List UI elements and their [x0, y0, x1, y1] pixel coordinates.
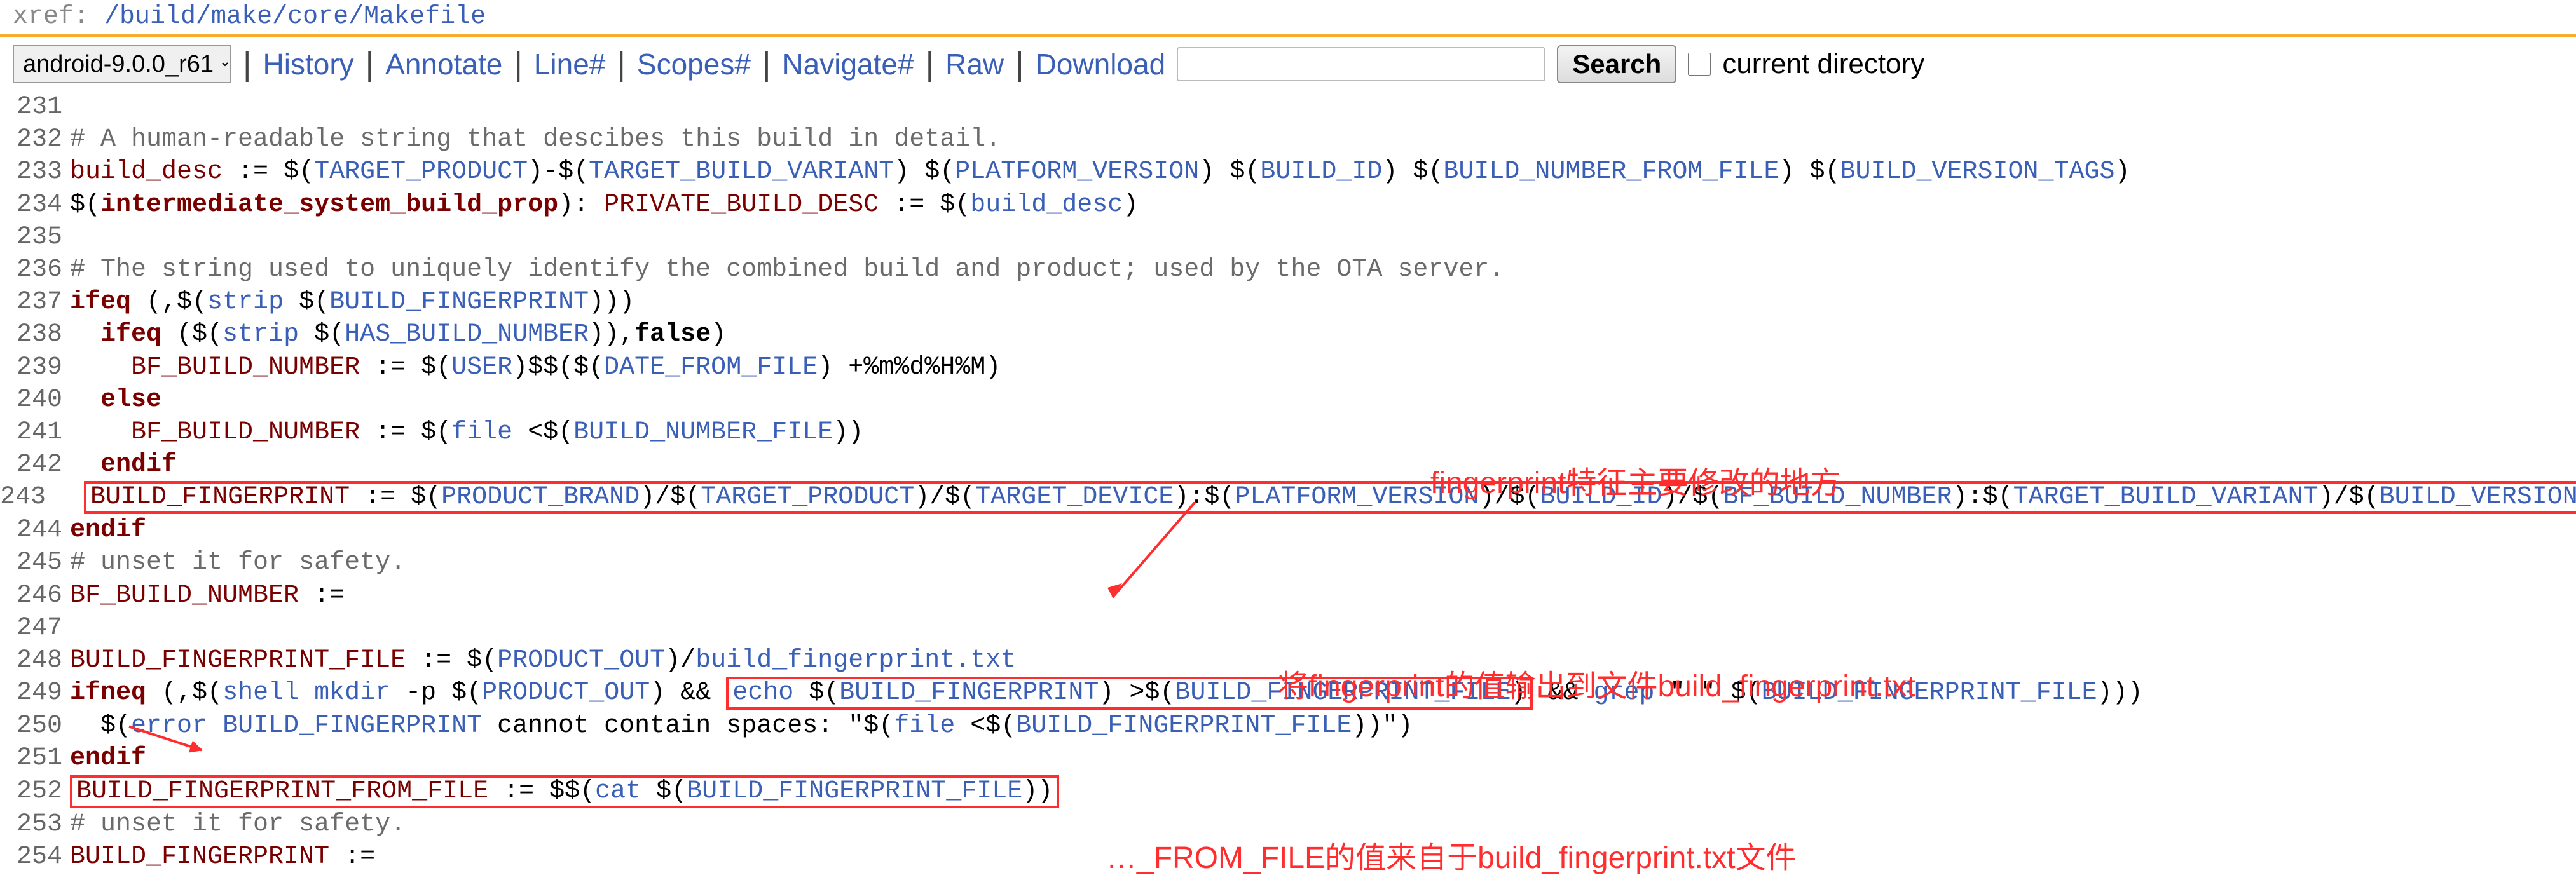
toolbar: android-9.0.0_r61 | History | Annotate |…: [0, 37, 2576, 91]
separator: |: [366, 48, 374, 81]
code-content: [70, 91, 2576, 123]
line-number: 238: [0, 318, 70, 351]
current-directory-checkbox[interactable]: [1688, 53, 1711, 76]
annotation-3: …_FROM_FILE的值来自于build_fingerprint.txt文件: [1106, 832, 1797, 877]
code-content: # The string used to uniquely identify t…: [70, 254, 2576, 286]
separator: |: [617, 48, 626, 81]
code-content: endif: [70, 514, 2576, 546]
code-content: ifeq ($(strip $(HAS_BUILD_NUMBER)),false…: [70, 318, 2576, 351]
line-number: 251: [0, 742, 70, 775]
separator: |: [1015, 48, 1024, 81]
highlight-box-fingerprint-def: BUILD_FINGERPRINT := $(PRODUCT_BRAND)/$(…: [84, 481, 2576, 514]
navigate-link[interactable]: Navigate#: [782, 47, 914, 81]
highlight-box-from-file: BUILD_FINGERPRINT_FROM_FILE := $$(cat $(…: [70, 775, 1059, 808]
code-content: $(intermediate_system_build_prop): PRIVA…: [70, 189, 2576, 221]
line-number: 241: [0, 416, 70, 449]
code-content: $(error BUILD_FINGERPRINT cannot contain…: [70, 710, 2576, 742]
line-number: 232: [0, 123, 70, 156]
separator: |: [514, 48, 523, 81]
code-content: BF_BUILD_NUMBER := $(USER)$$($(DATE_FROM…: [70, 351, 2576, 384]
line-number: 245: [0, 546, 70, 579]
separator: |: [243, 48, 252, 81]
code-block: 231 232# A human-readable string that de…: [0, 91, 2576, 873]
code-content: endif: [70, 742, 2576, 775]
code-content: else: [70, 384, 2576, 416]
line-number: 236: [0, 254, 70, 286]
line-link[interactable]: Line#: [534, 47, 606, 81]
line-number: 233: [0, 156, 70, 188]
code-content: endif: [70, 449, 2576, 481]
code-content: BF_BUILD_NUMBER := $(file <$(BUILD_NUMBE…: [70, 416, 2576, 449]
code-content: # A human-readable string that descibes …: [70, 123, 2576, 156]
current-directory-label: current directory: [1722, 48, 1924, 80]
line-number: 244: [0, 514, 70, 546]
separator: |: [762, 48, 771, 81]
line-number: 242: [0, 449, 70, 481]
code-content: BF_BUILD_NUMBER :=: [70, 579, 2576, 612]
xref-path: /build/make/core/Makefile: [104, 3, 486, 31]
history-link[interactable]: History: [263, 47, 354, 81]
code-content: # unset it for safety.: [70, 546, 2576, 579]
xref-path-bar: xref: /build/make/core/Makefile: [0, 0, 2576, 34]
line-number: 248: [0, 644, 70, 677]
line-number: 254: [0, 841, 70, 873]
line-number: 253: [0, 808, 70, 841]
annotation-1: fingerprint特征主要修改的地方: [1430, 457, 1840, 502]
line-number: 235: [0, 221, 70, 254]
search-input[interactable]: [1177, 47, 1545, 81]
annotate-link[interactable]: Annotate: [385, 47, 502, 81]
code-content: build_desc := $(TARGET_PRODUCT)-$(TARGET…: [70, 156, 2576, 188]
arrow-1: [1100, 502, 1227, 616]
line-number: 250: [0, 710, 70, 742]
branch-select[interactable]: android-9.0.0_r61: [13, 45, 231, 83]
xref-label: xref:: [13, 3, 104, 31]
line-number: 246: [0, 579, 70, 612]
search-button[interactable]: Search: [1557, 45, 1676, 83]
annotation-2: 将fingerprint的值输出到文件build_fingerprint.txt: [1278, 661, 1915, 705]
scopes-link[interactable]: Scopes#: [637, 47, 751, 81]
code-content: BUILD_FINGERPRINT := $(PRODUCT_BRAND)/$(…: [53, 481, 2576, 514]
line-number: 247: [0, 612, 70, 644]
line-number: 240: [0, 384, 70, 416]
code-content: ifeq (,$(strip $(BUILD_FINGERPRINT))): [70, 286, 2576, 318]
code-content: [70, 221, 2576, 254]
code-content: [70, 612, 2576, 644]
separator: |: [926, 48, 935, 81]
line-number: 231: [0, 91, 70, 123]
code-content: BUILD_FINGERPRINT_FROM_FILE := $$(cat $(…: [70, 775, 2576, 808]
line-number: 234: [0, 189, 70, 221]
line-number: 243: [0, 481, 53, 514]
line-number: 249: [0, 677, 70, 710]
line-number: 239: [0, 351, 70, 384]
download-link[interactable]: Download: [1036, 47, 1166, 81]
raw-link[interactable]: Raw: [945, 47, 1004, 81]
line-number: 237: [0, 286, 70, 318]
line-number: 252: [0, 775, 70, 808]
